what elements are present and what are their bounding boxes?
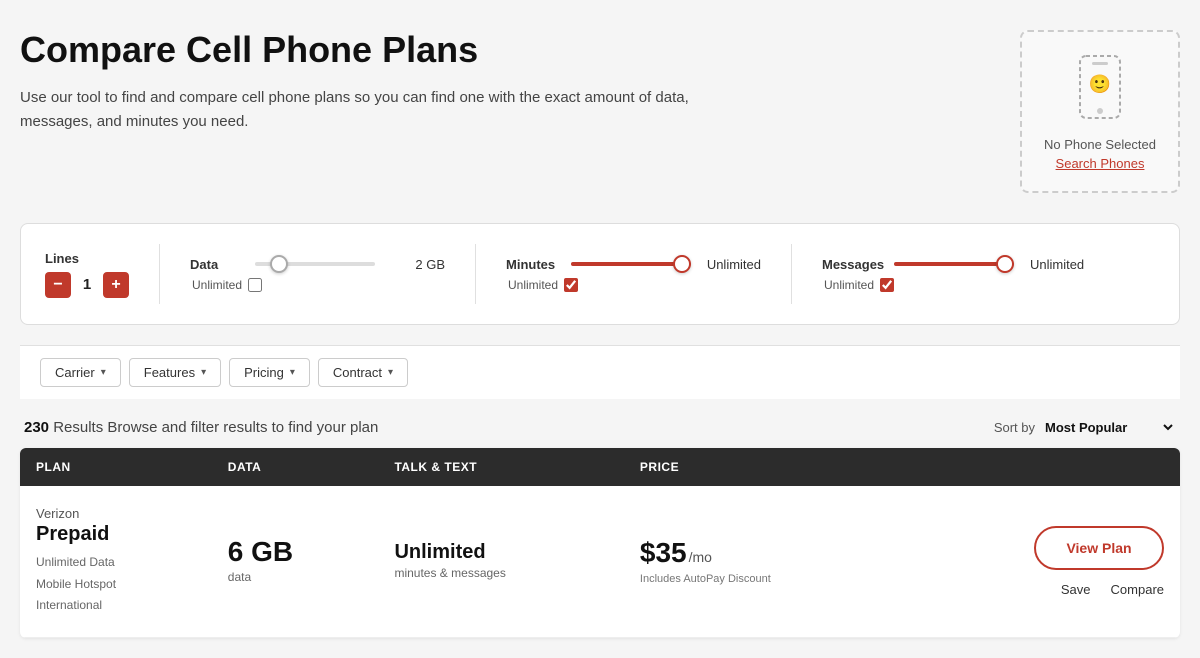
- messages-unlimited-label: Unlimited: [824, 278, 874, 292]
- plan-features: Unlimited Data Mobile Hotspot Internatio…: [36, 552, 196, 617]
- page-title: Compare Cell Phone Plans: [20, 30, 1000, 70]
- plan-data-cell: 6 GB data: [212, 486, 379, 637]
- lines-decrease-button[interactable]: −: [45, 272, 71, 298]
- plan-price-dollar: $35: [640, 537, 687, 569]
- header-left: Compare Cell Phone Plans Use our tool to…: [20, 30, 1000, 134]
- data-range-slider[interactable]: [255, 262, 375, 266]
- minutes-slider-group: Minutes Unlimited Unlimited: [506, 257, 761, 292]
- minutes-unlimited-checkbox[interactable]: [564, 278, 578, 292]
- data-unlimited-label: Unlimited: [192, 278, 242, 292]
- messages-unlimited-checkbox[interactable]: [880, 278, 894, 292]
- carrier-dropdown-button[interactable]: Carrier ▾: [40, 358, 121, 387]
- plan-talk-sub: minutes & messages: [394, 566, 607, 580]
- lines-filter-group: Lines − 1 +: [45, 251, 129, 298]
- contract-dropdown-label: Contract: [333, 365, 382, 380]
- phone-widget: 🙂 No Phone Selected Search Phones: [1020, 30, 1180, 193]
- save-button[interactable]: Save: [1061, 582, 1091, 597]
- features-chevron-down-icon: ▾: [201, 367, 206, 378]
- data-slider-group: Data 2 GB Unlimited: [190, 257, 445, 292]
- minutes-unlimited-row: Unlimited: [506, 278, 761, 292]
- table-row: Verizon Prepaid Unlimited Data Mobile Ho…: [20, 486, 1180, 637]
- plan-actions-cell: View Plan Save Compare: [903, 486, 1180, 637]
- minutes-slider-row: Minutes Unlimited: [506, 257, 761, 272]
- plan-talk-cell: Unlimited minutes & messages: [378, 486, 623, 637]
- plans-table-header-row: PLAN DATA TALK & TEXT PRICE: [20, 448, 1180, 486]
- plan-price-cell: $35 /mo Includes AutoPay Discount: [624, 486, 903, 637]
- plans-table-body: Verizon Prepaid Unlimited Data Mobile Ho…: [20, 486, 1180, 637]
- messages-slider-row: Messages Unlimited: [822, 257, 1084, 272]
- filter-divider-2: [475, 244, 476, 304]
- sort-select[interactable]: Most Popular Price: Low to High Data: Hi…: [1041, 419, 1176, 436]
- pricing-chevron-down-icon: ▾: [290, 367, 295, 378]
- data-label: Data: [190, 257, 245, 272]
- view-plan-button[interactable]: View Plan: [1034, 526, 1164, 570]
- page-subtitle: Use our tool to find and compare cell ph…: [20, 86, 720, 134]
- no-phone-text: No Phone Selected: [1044, 137, 1156, 152]
- svg-text:🙂: 🙂: [1089, 74, 1111, 94]
- messages-range-slider[interactable]: [894, 262, 1014, 266]
- search-phones-link[interactable]: Search Phones: [1056, 156, 1145, 171]
- secondary-actions: Save Compare: [919, 582, 1164, 597]
- dropdown-filters-row: Carrier ▾ Features ▾ Pricing ▾ Contract …: [20, 345, 1180, 399]
- minutes-unlimited-label: Unlimited: [508, 278, 558, 292]
- results-label: Results: [53, 419, 107, 436]
- lines-count: 1: [79, 276, 95, 293]
- results-count: 230: [24, 419, 49, 436]
- results-count-text: 230 Results Browse and filter results to…: [24, 419, 378, 436]
- col-header-talk: TALK & TEXT: [378, 448, 623, 486]
- sort-control: Sort by Most Popular Price: Low to High …: [994, 419, 1176, 436]
- lines-increase-button[interactable]: +: [103, 272, 129, 298]
- carrier-chevron-down-icon: ▾: [101, 367, 106, 378]
- compare-button[interactable]: Compare: [1111, 582, 1164, 597]
- contract-chevron-down-icon: ▾: [388, 367, 393, 378]
- data-unlimited-checkbox[interactable]: [248, 278, 262, 292]
- filter-divider-1: [159, 244, 160, 304]
- features-dropdown-button[interactable]: Features ▾: [129, 358, 221, 387]
- col-header-actions: [903, 448, 1180, 486]
- sort-label: Sort by: [994, 420, 1035, 435]
- minutes-label: Minutes: [506, 257, 561, 272]
- plans-table: PLAN DATA TALK & TEXT PRICE Verizon Prep…: [20, 448, 1180, 638]
- contract-dropdown-button[interactable]: Contract ▾: [318, 358, 408, 387]
- plans-table-head: PLAN DATA TALK & TEXT PRICE: [20, 448, 1180, 486]
- plan-price-mo: /mo: [689, 549, 712, 565]
- plan-name-cell: Verizon Prepaid Unlimited Data Mobile Ho…: [20, 486, 212, 637]
- messages-label: Messages: [822, 257, 884, 272]
- col-header-price: PRICE: [624, 448, 903, 486]
- phone-placeholder-icon: 🙂: [1070, 52, 1130, 125]
- data-unlimited-row: Unlimited: [190, 278, 445, 292]
- messages-unlimited-row: Unlimited: [822, 278, 1084, 292]
- col-header-data: DATA: [212, 448, 379, 486]
- lines-control: − 1 +: [45, 272, 129, 298]
- messages-slider-group: Messages Unlimited Unlimited: [822, 257, 1084, 292]
- plan-carrier: Verizon: [36, 506, 196, 521]
- features-dropdown-label: Features: [144, 365, 195, 380]
- col-header-plan: PLAN: [20, 448, 212, 486]
- minutes-value: Unlimited: [701, 257, 761, 272]
- plan-price-note: Includes AutoPay Discount: [640, 573, 887, 585]
- filter-bar: Lines − 1 + Data 2 GB Unlimited M: [20, 223, 1180, 325]
- plan-price-main: $35 /mo: [640, 537, 887, 569]
- plan-name: Prepaid: [36, 523, 196, 546]
- data-value: 2 GB: [385, 257, 445, 272]
- minutes-range-slider[interactable]: [571, 262, 691, 266]
- messages-value: Unlimited: [1024, 257, 1084, 272]
- filter-divider-3: [791, 244, 792, 304]
- data-slider-row: Data 2 GB: [190, 257, 445, 272]
- feature-item-1: Unlimited Data: [36, 552, 196, 574]
- results-browse-text: Browse and filter results to find your p…: [107, 419, 378, 436]
- results-count-block: 230 Results Browse and filter results to…: [24, 419, 378, 436]
- plan-talk-value: Unlimited: [394, 542, 607, 562]
- carrier-dropdown-label: Carrier: [55, 365, 95, 380]
- plan-data-amount: 6 GB: [228, 538, 363, 566]
- pricing-dropdown-button[interactable]: Pricing ▾: [229, 358, 310, 387]
- lines-label: Lines: [45, 251, 79, 266]
- results-header: 230 Results Browse and filter results to…: [20, 419, 1180, 436]
- pricing-dropdown-label: Pricing: [244, 365, 284, 380]
- plan-data-label: data: [228, 570, 363, 584]
- feature-item-3: International: [36, 595, 196, 617]
- feature-item-2: Mobile Hotspot: [36, 574, 196, 596]
